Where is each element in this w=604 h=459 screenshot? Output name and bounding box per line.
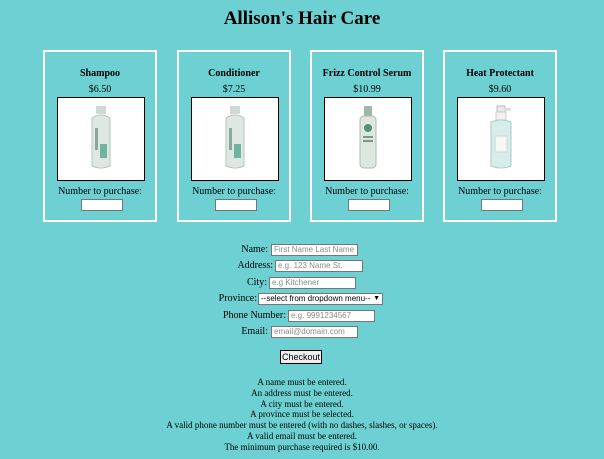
phone-row: Phone Number: e.g. 9991234567 <box>0 309 604 323</box>
product-image <box>457 97 545 181</box>
name-input[interactable]: First Name Last Name <box>271 244 358 256</box>
address-label: Address: <box>237 260 273 271</box>
quantity-input-heat-protectant[interactable] <box>481 199 523 211</box>
product-card-conditioner: Conditioner $7.25 Number to purchase: <box>177 50 291 222</box>
product-price: $9.60 <box>488 84 512 95</box>
province-selected: --select from dropdown menu-- <box>261 294 371 303</box>
product-name: Heat Protectant <box>466 68 534 79</box>
phone-input[interactable]: e.g. 9991234567 <box>288 310 375 322</box>
error-messages: A name must be entered. An address must … <box>0 377 604 453</box>
error-message: The minimum purchase required is $10.00. <box>224 441 380 452</box>
province-row: Province: --select from dropdown menu-- … <box>0 292 604 306</box>
city-input[interactable]: e.g Kitchener <box>269 277 356 289</box>
product-price: $6.50 <box>88 84 112 95</box>
shampoo-bottle-icon <box>91 106 111 169</box>
product-name: Frizz Control Serum <box>322 68 412 79</box>
quantity-input-conditioner[interactable] <box>215 199 257 211</box>
error-message: A province must be selected. <box>250 409 354 420</box>
phone-label: Phone Number: <box>222 310 286 321</box>
serum-bottle-icon <box>359 106 377 169</box>
conditioner-bottle-icon <box>225 106 245 169</box>
email-row: Email: email@domain.com <box>0 325 604 339</box>
error-message: A valid email must be entered. <box>247 430 357 441</box>
checkout-button[interactable]: Checkout <box>280 350 322 364</box>
city-row: City: e.g Kitchener <box>0 276 604 290</box>
error-message: A name must be entered. <box>257 377 347 387</box>
quantity-label: Number to purchase: <box>58 186 142 197</box>
product-name: Conditioner <box>208 68 260 79</box>
quantity-input-shampoo[interactable] <box>81 199 123 211</box>
quantity-input-serum[interactable] <box>348 199 390 211</box>
quantity-label: Number to purchase: <box>325 186 409 197</box>
name-row: Name: First Name Last Name <box>0 243 604 257</box>
name-label: Name: <box>241 244 268 255</box>
product-card-frizz-serum: Frizz Control Serum $10.99 Number to pur… <box>310 50 424 222</box>
product-price: $7.25 <box>222 84 246 95</box>
spray-bottle-icon <box>490 105 512 169</box>
error-message: A city must be entered. <box>260 398 344 409</box>
product-image <box>57 97 145 181</box>
error-message: A valid phone number must be entered (wi… <box>166 420 438 431</box>
email-input[interactable]: email@domain.com <box>271 326 358 338</box>
quantity-label: Number to purchase: <box>192 186 276 197</box>
city-label: City: <box>246 277 267 288</box>
product-image <box>191 97 279 181</box>
quantity-label: Number to purchase: <box>458 186 542 197</box>
province-label: Province: <box>218 293 257 304</box>
province-select[interactable]: --select from dropdown menu-- ▼ <box>258 293 383 305</box>
address-input[interactable]: e.g. 123 Name St. <box>275 260 363 272</box>
address-row: Address: e.g. 123 Name St. <box>0 259 604 273</box>
error-message: An address must be entered. <box>251 387 353 398</box>
product-image <box>324 97 412 181</box>
email-label: Email: <box>241 326 268 337</box>
chevron-down-icon: ▼ <box>373 295 380 302</box>
product-name: Shampoo <box>79 68 120 79</box>
page-title: Allison's Hair Care <box>223 8 381 29</box>
product-card-heat-protectant: Heat Protectant $9.60 Number to purchase… <box>443 50 557 222</box>
product-card-shampoo: Shampoo $6.50 Number to purchase: <box>43 50 157 222</box>
product-price: $10.99 <box>353 84 381 95</box>
